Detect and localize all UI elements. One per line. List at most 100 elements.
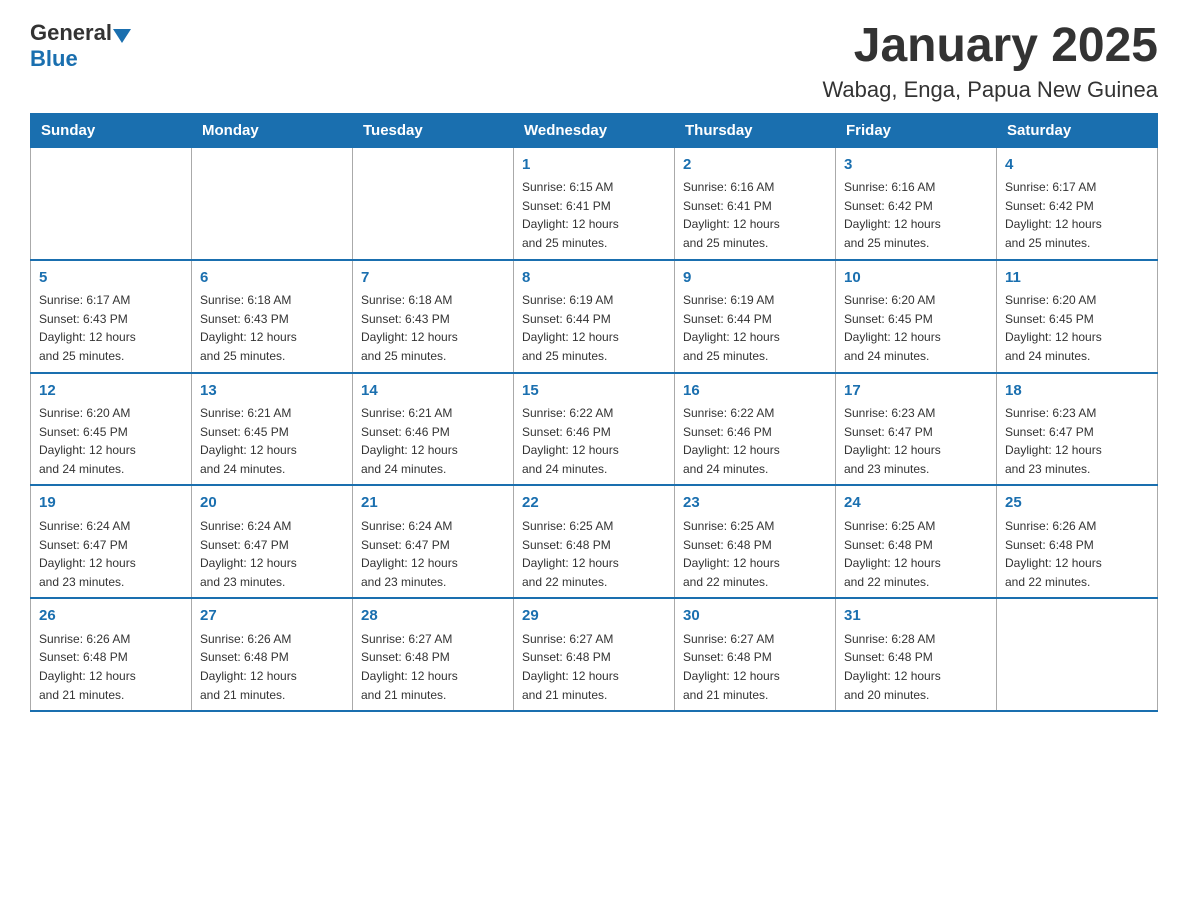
calendar-day-28: 28Sunrise: 6:27 AM Sunset: 6:48 PM Dayli… [353,598,514,711]
weekday-header-tuesday: Tuesday [353,113,514,147]
day-info: Sunrise: 6:20 AM Sunset: 6:45 PM Dayligh… [39,404,183,478]
calendar-table: SundayMondayTuesdayWednesdayThursdayFrid… [30,113,1158,712]
day-info: Sunrise: 6:20 AM Sunset: 6:45 PM Dayligh… [1005,291,1149,365]
day-number: 11 [1005,267,1149,290]
day-info: Sunrise: 6:19 AM Sunset: 6:44 PM Dayligh… [683,291,827,365]
day-info: Sunrise: 6:24 AM Sunset: 6:47 PM Dayligh… [200,517,344,591]
day-number: 6 [200,267,344,290]
day-number: 17 [844,380,988,403]
calendar-day-12: 12Sunrise: 6:20 AM Sunset: 6:45 PM Dayli… [31,373,192,486]
day-info: Sunrise: 6:27 AM Sunset: 6:48 PM Dayligh… [683,630,827,704]
day-info: Sunrise: 6:26 AM Sunset: 6:48 PM Dayligh… [39,630,183,704]
day-info: Sunrise: 6:17 AM Sunset: 6:43 PM Dayligh… [39,291,183,365]
calendar-day-10: 10Sunrise: 6:20 AM Sunset: 6:45 PM Dayli… [836,260,997,373]
day-info: Sunrise: 6:21 AM Sunset: 6:45 PM Dayligh… [200,404,344,478]
weekday-header-saturday: Saturday [997,113,1158,147]
day-number: 5 [39,267,183,290]
calendar-day-empty [31,147,192,259]
calendar-day-11: 11Sunrise: 6:20 AM Sunset: 6:45 PM Dayli… [997,260,1158,373]
day-info: Sunrise: 6:18 AM Sunset: 6:43 PM Dayligh… [361,291,505,365]
calendar-day-19: 19Sunrise: 6:24 AM Sunset: 6:47 PM Dayli… [31,485,192,598]
calendar-day-23: 23Sunrise: 6:25 AM Sunset: 6:48 PM Dayli… [675,485,836,598]
day-number: 29 [522,605,666,628]
day-info: Sunrise: 6:23 AM Sunset: 6:47 PM Dayligh… [1005,404,1149,478]
day-info: Sunrise: 6:21 AM Sunset: 6:46 PM Dayligh… [361,404,505,478]
calendar-day-15: 15Sunrise: 6:22 AM Sunset: 6:46 PM Dayli… [514,373,675,486]
weekday-header-friday: Friday [836,113,997,147]
day-info: Sunrise: 6:24 AM Sunset: 6:47 PM Dayligh… [39,517,183,591]
day-number: 22 [522,492,666,515]
day-number: 14 [361,380,505,403]
calendar-day-14: 14Sunrise: 6:21 AM Sunset: 6:46 PM Dayli… [353,373,514,486]
month-title: January 2025 [822,20,1158,73]
day-number: 9 [683,267,827,290]
day-info: Sunrise: 6:25 AM Sunset: 6:48 PM Dayligh… [683,517,827,591]
day-info: Sunrise: 6:25 AM Sunset: 6:48 PM Dayligh… [522,517,666,591]
day-number: 7 [361,267,505,290]
day-info: Sunrise: 6:17 AM Sunset: 6:42 PM Dayligh… [1005,178,1149,252]
day-info: Sunrise: 6:27 AM Sunset: 6:48 PM Dayligh… [522,630,666,704]
day-number: 15 [522,380,666,403]
day-number: 10 [844,267,988,290]
day-info: Sunrise: 6:16 AM Sunset: 6:41 PM Dayligh… [683,178,827,252]
calendar-day-29: 29Sunrise: 6:27 AM Sunset: 6:48 PM Dayli… [514,598,675,711]
day-number: 8 [522,267,666,290]
weekday-header-monday: Monday [192,113,353,147]
page-header: General Blue January 2025 Wabag, Enga, P… [30,20,1158,103]
calendar-day-30: 30Sunrise: 6:27 AM Sunset: 6:48 PM Dayli… [675,598,836,711]
day-info: Sunrise: 6:26 AM Sunset: 6:48 PM Dayligh… [1005,517,1149,591]
day-info: Sunrise: 6:28 AM Sunset: 6:48 PM Dayligh… [844,630,988,704]
day-number: 4 [1005,154,1149,177]
calendar-day-21: 21Sunrise: 6:24 AM Sunset: 6:47 PM Dayli… [353,485,514,598]
calendar-day-13: 13Sunrise: 6:21 AM Sunset: 6:45 PM Dayli… [192,373,353,486]
calendar-day-20: 20Sunrise: 6:24 AM Sunset: 6:47 PM Dayli… [192,485,353,598]
day-info: Sunrise: 6:19 AM Sunset: 6:44 PM Dayligh… [522,291,666,365]
location-title: Wabag, Enga, Papua New Guinea [822,77,1158,103]
day-info: Sunrise: 6:24 AM Sunset: 6:47 PM Dayligh… [361,517,505,591]
calendar-day-17: 17Sunrise: 6:23 AM Sunset: 6:47 PM Dayli… [836,373,997,486]
calendar-day-3: 3Sunrise: 6:16 AM Sunset: 6:42 PM Daylig… [836,147,997,259]
day-number: 12 [39,380,183,403]
day-number: 27 [200,605,344,628]
calendar-week-2: 5Sunrise: 6:17 AM Sunset: 6:43 PM Daylig… [31,260,1158,373]
logo: General Blue [30,20,131,72]
day-info: Sunrise: 6:22 AM Sunset: 6:46 PM Dayligh… [683,404,827,478]
day-number: 30 [683,605,827,628]
day-number: 21 [361,492,505,515]
weekday-header-thursday: Thursday [675,113,836,147]
day-info: Sunrise: 6:23 AM Sunset: 6:47 PM Dayligh… [844,404,988,478]
day-info: Sunrise: 6:16 AM Sunset: 6:42 PM Dayligh… [844,178,988,252]
logo-general-text: General [30,20,112,46]
calendar-day-8: 8Sunrise: 6:19 AM Sunset: 6:44 PM Daylig… [514,260,675,373]
day-info: Sunrise: 6:18 AM Sunset: 6:43 PM Dayligh… [200,291,344,365]
calendar-day-empty [192,147,353,259]
calendar-week-3: 12Sunrise: 6:20 AM Sunset: 6:45 PM Dayli… [31,373,1158,486]
day-number: 13 [200,380,344,403]
day-number: 1 [522,154,666,177]
calendar-day-31: 31Sunrise: 6:28 AM Sunset: 6:48 PM Dayli… [836,598,997,711]
calendar-day-16: 16Sunrise: 6:22 AM Sunset: 6:46 PM Dayli… [675,373,836,486]
title-block: January 2025 Wabag, Enga, Papua New Guin… [822,20,1158,103]
calendar-day-25: 25Sunrise: 6:26 AM Sunset: 6:48 PM Dayli… [997,485,1158,598]
day-number: 25 [1005,492,1149,515]
day-number: 18 [1005,380,1149,403]
day-number: 19 [39,492,183,515]
calendar-day-9: 9Sunrise: 6:19 AM Sunset: 6:44 PM Daylig… [675,260,836,373]
day-info: Sunrise: 6:26 AM Sunset: 6:48 PM Dayligh… [200,630,344,704]
day-number: 2 [683,154,827,177]
calendar-day-22: 22Sunrise: 6:25 AM Sunset: 6:48 PM Dayli… [514,485,675,598]
day-number: 31 [844,605,988,628]
weekday-header-wednesday: Wednesday [514,113,675,147]
calendar-day-2: 2Sunrise: 6:16 AM Sunset: 6:41 PM Daylig… [675,147,836,259]
calendar-day-18: 18Sunrise: 6:23 AM Sunset: 6:47 PM Dayli… [997,373,1158,486]
day-number: 28 [361,605,505,628]
calendar-week-1: 1Sunrise: 6:15 AM Sunset: 6:41 PM Daylig… [31,147,1158,259]
calendar-day-empty [997,598,1158,711]
day-info: Sunrise: 6:15 AM Sunset: 6:41 PM Dayligh… [522,178,666,252]
weekday-header-sunday: Sunday [31,113,192,147]
calendar-day-6: 6Sunrise: 6:18 AM Sunset: 6:43 PM Daylig… [192,260,353,373]
day-number: 3 [844,154,988,177]
day-info: Sunrise: 6:22 AM Sunset: 6:46 PM Dayligh… [522,404,666,478]
calendar-day-24: 24Sunrise: 6:25 AM Sunset: 6:48 PM Dayli… [836,485,997,598]
logo-triangle-icon [113,29,131,43]
